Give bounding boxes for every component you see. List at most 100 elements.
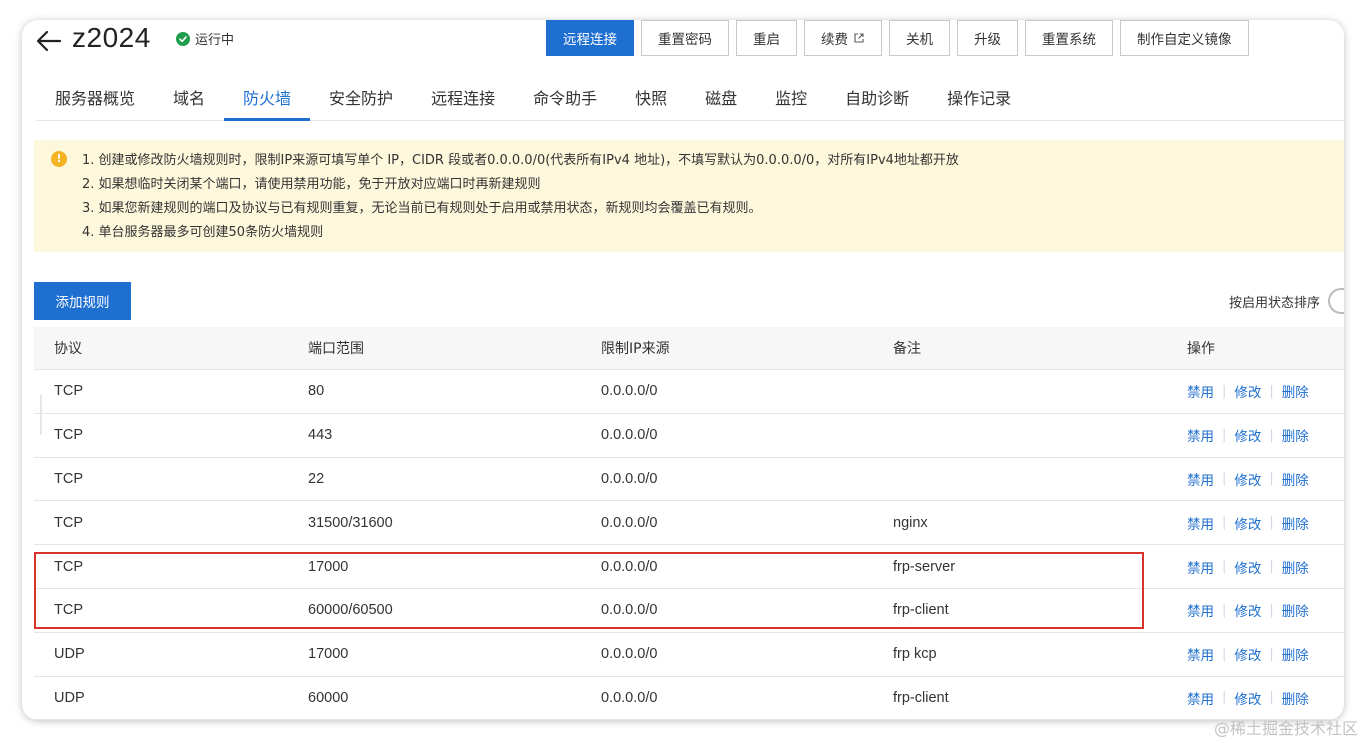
tab-self-diagnosis[interactable]: 自助诊断 (826, 80, 928, 120)
tab-operation-log[interactable]: 操作记录 (928, 80, 1030, 120)
header: z2024 运行中 远程连接 重置密码 重启 续费 关机 升级 重置系统 制作自… (22, 20, 1344, 66)
tab-security[interactable]: 安全防护 (310, 80, 412, 120)
disable-link[interactable]: 禁用 (1187, 600, 1214, 620)
notice-box: ! 1. 创建或修改防火墙规则时，限制IP来源可填写单个 IP，CIDR 段或者… (34, 140, 1344, 252)
restart-button[interactable]: 重启 (736, 20, 797, 56)
page-card: z2024 运行中 远程连接 重置密码 重启 续费 关机 升级 重置系统 制作自… (22, 20, 1344, 720)
notice-line: 2. 如果想临时关闭某个端口，请使用禁用功能，免于开放对应端口时再新建规则 (82, 177, 541, 192)
delete-link[interactable]: 删除 (1282, 425, 1309, 445)
disable-link[interactable]: 禁用 (1187, 644, 1214, 664)
tab-domain[interactable]: 域名 (154, 80, 224, 120)
add-rule-label: 添加规则 (55, 295, 110, 311)
sort-toggle[interactable] (1328, 288, 1344, 314)
cell-protocol: TCP (54, 514, 83, 531)
disable-link[interactable]: 禁用 (1187, 469, 1214, 489)
delete-link[interactable]: 删除 (1282, 513, 1309, 533)
disable-link[interactable]: 禁用 (1187, 557, 1214, 577)
shutdown-button[interactable]: 关机 (889, 20, 950, 56)
edit-link[interactable]: 修改 (1234, 557, 1261, 577)
sort-control: 按启用状态排序 (1229, 288, 1344, 314)
remote-connect-button[interactable]: 远程连接 (546, 20, 634, 56)
edit-link[interactable]: 修改 (1234, 381, 1261, 401)
reset-password-label: 重置密码 (658, 32, 712, 48)
table-row: TCP 22 0.0.0.0/0 禁用 | 修改 | 删除 (34, 458, 1344, 502)
custom-image-button[interactable]: 制作自定义镜像 (1120, 20, 1249, 56)
column-header-source: 限制IP来源 (601, 341, 670, 357)
add-rule-button[interactable]: 添加规则 (34, 282, 131, 320)
separator: | (1222, 690, 1227, 706)
edit-link[interactable]: 修改 (1234, 600, 1261, 620)
tab-overview[interactable]: 服务器概览 (36, 80, 154, 120)
cell-note: frp-client (893, 602, 949, 619)
separator: | (1269, 559, 1274, 575)
toolbar: 远程连接 重置密码 重启 续费 关机 升级 重置系统 制作自定义镜像 (546, 20, 1249, 56)
delete-link[interactable]: 删除 (1282, 557, 1309, 577)
server-title: z2024 (72, 22, 151, 53)
delete-link[interactable]: 删除 (1282, 381, 1309, 401)
notice-line: 1. 创建或修改防火墙规则时，限制IP来源可填写单个 IP，CIDR 段或者0.… (82, 153, 959, 168)
separator: | (1269, 427, 1274, 443)
disable-link[interactable]: 禁用 (1187, 513, 1214, 533)
column-header-protocol: 协议 (54, 341, 82, 357)
check-circle-icon (176, 31, 190, 46)
status-badge: 运行中 (176, 29, 234, 48)
separator: | (1222, 427, 1227, 443)
delete-link[interactable]: 删除 (1282, 469, 1309, 489)
delete-link[interactable]: 删除 (1282, 688, 1309, 708)
column-header-note: 备注 (893, 341, 921, 357)
back-arrow-icon[interactable] (34, 26, 64, 56)
separator: | (1269, 471, 1274, 487)
cell-actions: 禁用 | 修改 | 删除 (1187, 381, 1344, 402)
cell-protocol: TCP (54, 470, 83, 487)
edit-link[interactable]: 修改 (1234, 688, 1261, 708)
cell-port: 60000/60500 (308, 602, 393, 619)
tab-command-helper[interactable]: 命令助手 (514, 80, 616, 120)
separator: | (1269, 690, 1274, 706)
separator: | (1269, 383, 1274, 399)
edit-link[interactable]: 修改 (1234, 469, 1261, 489)
notice-line: 3. 如果您新建规则的端口及协议与已有规则重复，无论当前已有规则处于启用或禁用状… (82, 201, 762, 216)
separator: | (1222, 383, 1227, 399)
reset-system-button[interactable]: 重置系统 (1025, 20, 1113, 56)
separator: | (1222, 515, 1227, 531)
tab-monitor[interactable]: 监控 (756, 80, 826, 120)
cell-note: frp-server (893, 558, 956, 575)
cell-port: 17000 (308, 558, 349, 575)
external-link-icon (854, 33, 864, 43)
separator: | (1222, 559, 1227, 575)
restart-label: 重启 (753, 32, 780, 48)
cell-source: 0.0.0.0/0 (601, 383, 658, 400)
cell-note: nginx (893, 514, 928, 531)
table-row: TCP 80 0.0.0.0/0 禁用 | 修改 | 删除 (34, 370, 1344, 414)
cell-port: 22 (308, 470, 325, 487)
tab-snapshot[interactable]: 快照 (616, 80, 686, 120)
delete-link[interactable]: 删除 (1282, 600, 1309, 620)
separator: | (1269, 515, 1274, 531)
delete-link[interactable]: 删除 (1282, 644, 1309, 664)
table-row: TCP 443 0.0.0.0/0 禁用 | 修改 | 删除 (34, 414, 1344, 458)
edit-link[interactable]: 修改 (1234, 644, 1261, 664)
disable-link[interactable]: 禁用 (1187, 425, 1214, 445)
tab-firewall[interactable]: 防火墙 (224, 80, 311, 121)
cell-note: frp kcp (893, 646, 937, 663)
tab-remote-connect[interactable]: 远程连接 (412, 80, 514, 120)
separator: | (1269, 646, 1274, 662)
disable-link[interactable]: 禁用 (1187, 381, 1214, 401)
edit-link[interactable]: 修改 (1234, 513, 1261, 533)
tab-disk[interactable]: 磁盘 (686, 80, 756, 120)
separator: | (1222, 471, 1227, 487)
renew-button[interactable]: 续费 (804, 20, 882, 56)
sort-label: 按启用状态排序 (1228, 295, 1320, 311)
cell-protocol: UDP (54, 689, 85, 706)
disable-link[interactable]: 禁用 (1187, 688, 1214, 708)
firewall-table: 协议 端口范围 限制IP来源 备注 操作 TCP 80 0.0.0.0/0 禁用 | 修改… (34, 327, 1344, 720)
table-row: TCP 60000/60500 0.0.0.0/0 frp-client 禁用 | 修改 | 删… (34, 589, 1344, 633)
warning-icon: ! (51, 151, 67, 167)
separator: | (1222, 646, 1227, 662)
cell-source: 0.0.0.0/0 (601, 646, 658, 663)
cell-protocol: UDP (54, 646, 85, 663)
upgrade-button[interactable]: 升级 (957, 20, 1018, 56)
edit-link[interactable]: 修改 (1234, 425, 1261, 445)
cell-actions: 禁用 | 修改 | 删除 (1187, 425, 1344, 446)
reset-password-button[interactable]: 重置密码 (641, 20, 729, 56)
